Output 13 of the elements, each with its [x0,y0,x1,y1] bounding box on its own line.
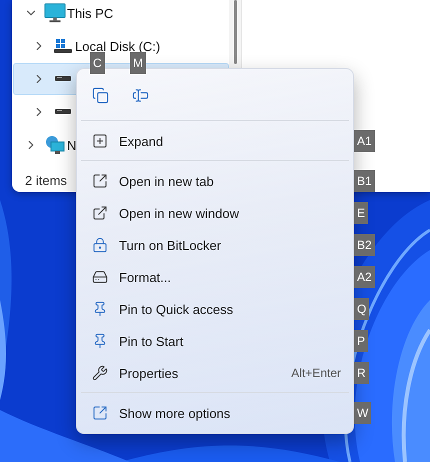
access-key-badge: P [354,330,368,352]
access-key-badge: A1 [354,130,375,152]
status-text: 2 items [25,173,67,188]
access-key-badge: E [354,202,368,224]
access-key-badge: W [354,402,372,424]
shortcut-text: Alt+Enter [291,366,341,380]
access-key-badge: B1 [354,170,375,192]
access-key-badge: A2 [354,266,375,288]
access-key-badge: Q [354,298,370,320]
access-key-badge: R [354,362,369,384]
access-key-badge: B2 [354,234,375,256]
access-key-badge: C [90,52,105,74]
access-key-badge: M [130,52,146,74]
